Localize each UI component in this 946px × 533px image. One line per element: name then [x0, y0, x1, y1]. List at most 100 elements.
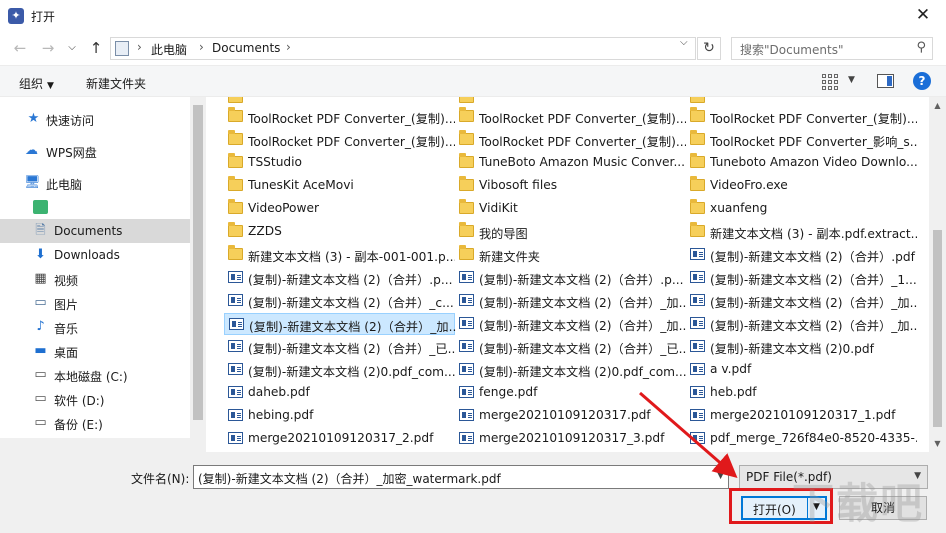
sidebar-item-label: 桌面: [54, 346, 79, 360]
sidebar-item-pictures[interactable]: ▭ 图片: [0, 291, 190, 315]
drive-icon: ▭: [34, 415, 47, 430]
pdf-file-list-item[interactable]: daheb.pdf: [224, 382, 455, 404]
address-dropdown-icon[interactable]: ⌵: [680, 37, 688, 48]
scroll-up-icon[interactable]: ▲: [929, 97, 946, 114]
pdf-file-list-item[interactable]: heb.pdf: [686, 382, 917, 404]
new-folder-button[interactable]: 新建文件夹: [86, 75, 146, 92]
pdf-file-list-item[interactable]: merge20210109120317.pdf: [455, 405, 686, 427]
pdf-file-list-item[interactable]: (复制)-新建文本文档 (2)（合并）.pdf: [686, 244, 917, 266]
pdf-file-list-item[interactable]: (复制)-新建文本文档 (2)0.pdf: [686, 336, 917, 358]
file-name: (复制)-新建文本文档 (2)0.pdf: [710, 342, 874, 356]
file-name: (复制)-新建文本文档 (2)（合并）_已...: [248, 342, 455, 356]
sidebar-horizontal-scrollbar[interactable]: [0, 438, 206, 452]
scroll-down-icon[interactable]: ▼: [929, 435, 946, 452]
folder-list-item[interactable]: ZZDS: [224, 221, 455, 243]
sidebar-item-this-pc[interactable]: 🖥 此电脑: [0, 171, 190, 195]
pdf-file-list-item[interactable]: a v.pdf: [686, 359, 917, 381]
sidebar-item-documents[interactable]: 🗎 Documents: [0, 219, 190, 243]
up-arrow-icon[interactable]: ↑: [86, 38, 106, 58]
folder-icon: [228, 245, 243, 260]
pdf-file-list-item[interactable]: (复制)-新建文本文档 (2)（合并）_加...: [686, 313, 917, 335]
pdf-file-icon: [690, 248, 705, 260]
sidebar-item-drive-e[interactable]: ▭ 备份 (E:): [0, 411, 190, 435]
back-arrow-icon[interactable]: ←: [10, 38, 30, 58]
folder-list-item[interactable]: ToolRocket PDF Converter_影响_s...: [686, 129, 917, 151]
pdf-file-list-item[interactable]: merge20210109120317_1.pdf: [686, 405, 917, 427]
pdf-file-list-item[interactable]: (复制)-新建文本文档 (2)（合并）_加...: [455, 290, 686, 312]
pdf-file-list-item[interactable]: merge20210109120317_3.pdf: [455, 428, 686, 450]
sidebar-item-drive-c[interactable]: ▭ 本地磁盘 (C:): [0, 363, 190, 387]
sidebar-item-wps-cloud[interactable]: ☁ WPS网盘: [0, 139, 190, 163]
pdf-file-list-item[interactable]: (复制)-新建文本文档 (2)0.pdf_com...: [224, 359, 455, 381]
folder-list-item[interactable]: ToolRocket PDF Converter_(复制)...: [224, 129, 455, 151]
file-list-scrollbar-thumb[interactable]: [933, 230, 942, 427]
organize-button[interactable]: 组织 ▼: [19, 75, 54, 92]
sidebar-item-music[interactable]: ♪ 音乐: [0, 315, 190, 339]
breadcrumb-documents[interactable]: Documents: [212, 41, 280, 55]
address-bar[interactable]: › 此电脑 › Documents ›: [110, 37, 696, 60]
folder-list-item[interactable]: ToolRocket PDF Converter_(复制)...: [455, 129, 686, 151]
refresh-button[interactable]: ↻: [697, 37, 721, 60]
view-dropdown-icon[interactable]: ▼: [848, 75, 855, 85]
sidebar-item-app[interactable]: [0, 195, 190, 219]
folder-list-item[interactable]: Tuneboto Amazon Video Downlo...: [686, 152, 917, 174]
file-name: merge20210109120317_3.pdf: [479, 431, 665, 445]
pdf-file-list-item[interactable]: (复制)-新建文本文档 (2)（合并）_1...: [686, 267, 917, 289]
folder-list-item[interactable]: VideoFro.exe: [686, 175, 917, 197]
folder-list-item[interactable]: ToolRocket PDF Converter_(复制)...: [455, 106, 686, 128]
folder-list-item[interactable]: Vibosoft files: [455, 175, 686, 197]
pdf-file-list-item[interactable]: (复制)-新建文本文档 (2)（合并）_加...: [224, 313, 456, 335]
sidebar-item-label: 图片: [54, 298, 79, 312]
sidebar-scrollbar[interactable]: [190, 97, 206, 452]
breadcrumb-this-pc[interactable]: 此电脑: [151, 41, 187, 58]
sidebar-item-desktop[interactable]: ▬ 桌面: [0, 339, 190, 363]
preview-pane-icon[interactable]: [877, 74, 894, 88]
search-input[interactable]: 搜索"Documents" ⚲: [731, 37, 933, 60]
pdf-file-list-item[interactable]: (复制)-新建文本文档 (2)（合并）_加...: [686, 290, 917, 312]
sidebar-item-drive-d[interactable]: ▭ 软件 (D:): [0, 387, 190, 411]
pdf-file-list-item[interactable]: (复制)-新建文本文档 (2)（合并）_加...: [455, 313, 686, 335]
close-button[interactable]: ✕: [900, 0, 946, 31]
folder-list-item[interactable]: ToolRocket PDF Converter_(复制)...: [686, 106, 917, 128]
filename-input[interactable]: (复制)-新建文本文档 (2)（合并）_加密_watermark.pdf ▼: [193, 465, 729, 489]
sidebar-item-downloads[interactable]: ⬇ Downloads: [0, 243, 190, 267]
sidebar-item-videos[interactable]: ▦ 视频: [0, 267, 190, 291]
folder-icon: [459, 176, 474, 191]
view-grid-icon[interactable]: [822, 74, 838, 90]
folder-list-item[interactable]: VidiKit: [455, 198, 686, 220]
forward-arrow-icon[interactable]: →: [38, 38, 58, 58]
folder-list-item[interactable]: TuneBoto Amazon Music Conver...: [455, 152, 686, 174]
pdf-file-list-item[interactable]: (复制)-新建文本文档 (2)（合并）_已...: [224, 336, 455, 358]
help-icon[interactable]: ?: [913, 72, 931, 90]
file-name: fenge.pdf: [479, 385, 538, 399]
pdf-file-list-item[interactable]: merge20210109120317_2.pdf: [224, 428, 455, 450]
folder-list-item[interactable]: 新建文件夹: [455, 244, 686, 266]
folder-list-item[interactable]: VideoPower: [224, 198, 455, 220]
folder-list-item[interactable]: 我的导图: [455, 221, 686, 243]
folder-list-item[interactable]: ToolRocket PDF Converter_(复制)...: [224, 106, 455, 128]
watermark-logo: 下载吧: [792, 479, 925, 528]
pdf-file-list-item[interactable]: (复制)-新建文本文档 (2)（合并）_已...: [455, 336, 686, 358]
pdf-file-list-item[interactable]: fenge.pdf: [455, 382, 686, 404]
pdf-file-icon: [229, 318, 244, 330]
sidebar-scrollbar-thumb[interactable]: [193, 105, 203, 420]
pdf-file-list-item[interactable]: (复制)-新建文本文档 (2)0.pdf_com...: [455, 359, 686, 381]
pdf-file-list-item[interactable]: pdf_merge_726f84e0-8520-4335-...: [686, 428, 917, 450]
folder-list-item[interactable]: 新建文本文档 (3) - 副本.pdf.extract...: [686, 221, 917, 243]
pdf-file-list-item[interactable]: (复制)-新建文本文档 (2)（合并）_c...: [224, 290, 455, 312]
pdf-file-icon: [228, 432, 243, 444]
folder-list-item[interactable]: TSStudio: [224, 152, 455, 174]
folder-list-item[interactable]: 新建文本文档 (3) - 副本-001-001.p...: [224, 244, 455, 266]
file-name: xuanfeng: [710, 201, 768, 215]
folder-list-item[interactable]: xuanfeng: [686, 198, 917, 220]
pdf-file-list-item[interactable]: hebing.pdf: [224, 405, 455, 427]
recent-locations-dropdown-icon[interactable]: ⌵: [62, 38, 82, 58]
folder-list-item[interactable]: TunesKit AceMovi: [224, 175, 455, 197]
pdf-file-list-item[interactable]: (复制)-新建文本文档 (2)（合并）.p...: [224, 267, 455, 289]
sidebar-item-quick-access[interactable]: ★ 快速访问: [0, 107, 190, 131]
pdf-file-list-item[interactable]: (复制)-新建文本文档 (2)（合并）.p...: [455, 267, 686, 289]
filename-dropdown-icon[interactable]: ▼: [717, 471, 724, 481]
file-name: ToolRocket PDF Converter_影响_s...: [710, 135, 917, 149]
file-list-scrollbar[interactable]: ▲ ▼: [929, 97, 946, 452]
pdf-file-icon: [459, 317, 474, 329]
